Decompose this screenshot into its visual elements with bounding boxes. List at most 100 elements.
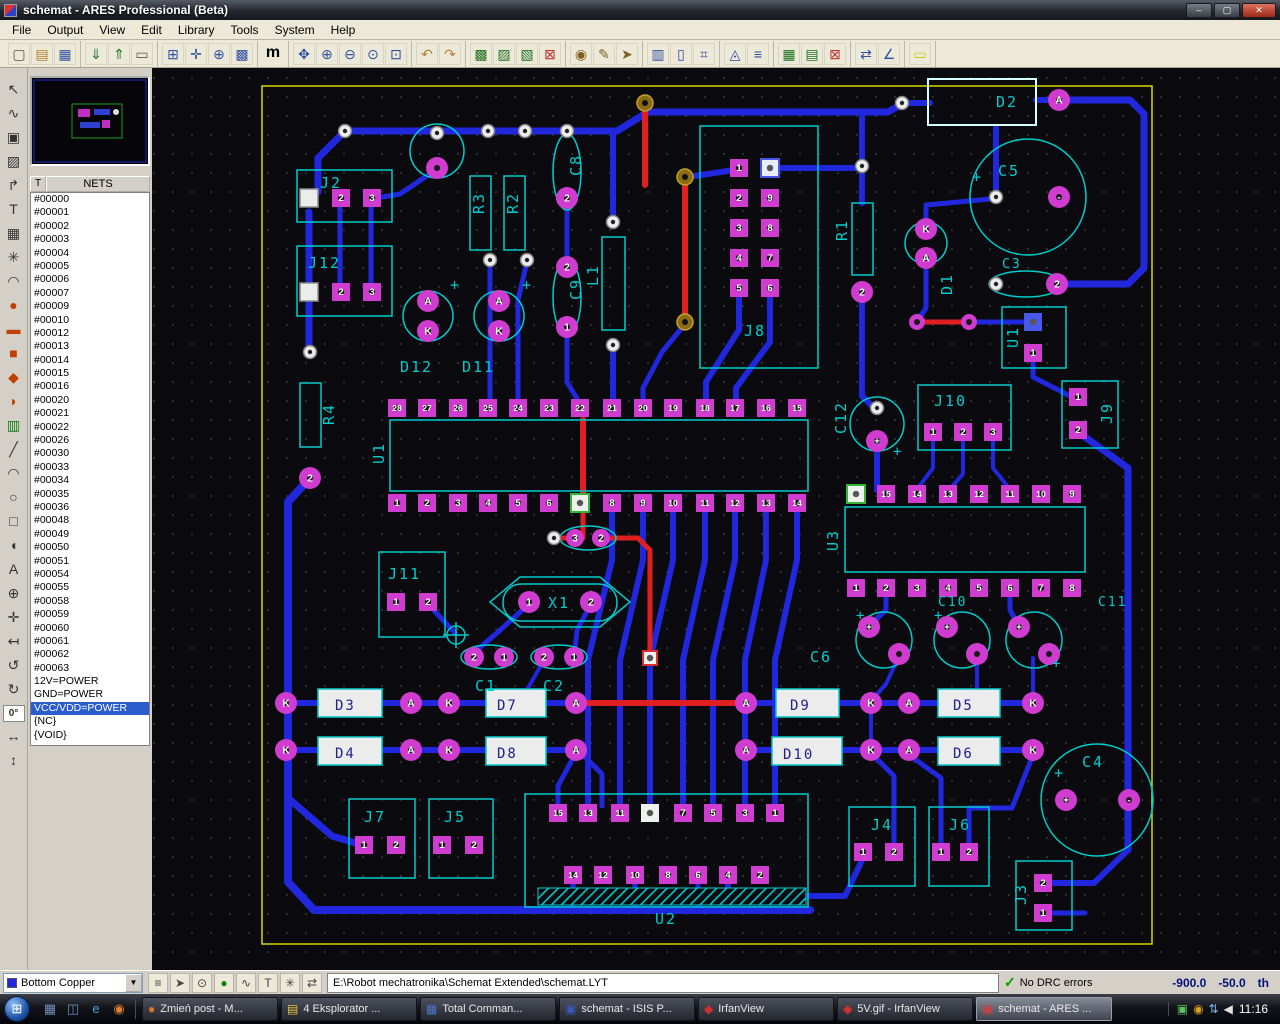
- rotate-cw-tool[interactable]: ↻: [2, 678, 26, 702]
- switch-windows-icon[interactable]: ◫: [63, 999, 83, 1019]
- pad-square-tool[interactable]: ■: [2, 342, 26, 366]
- angle-snap-icon[interactable]: ∠: [878, 42, 900, 65]
- menu-view[interactable]: View: [91, 21, 133, 39]
- drc-check-icon[interactable]: ⊠: [824, 42, 846, 65]
- auto-pan-icon[interactable]: ⊙: [192, 972, 212, 993]
- dimension-tool[interactable]: ↤: [2, 630, 26, 654]
- net-item[interactable]: #00051: [31, 555, 149, 568]
- pan-icon[interactable]: ✥: [293, 42, 315, 65]
- net-item[interactable]: #00015: [31, 367, 149, 380]
- set-environment-icon[interactable]: ➤: [616, 42, 638, 65]
- zoom-out-icon[interactable]: ⊖: [339, 42, 361, 65]
- goto-xy-icon[interactable]: ▩: [231, 42, 253, 65]
- volume[interactable]: ◀: [1224, 1002, 1233, 1016]
- find-component-icon[interactable]: ◬: [724, 42, 746, 65]
- circle-tool[interactable]: ○: [2, 486, 26, 510]
- internet-explorer-icon[interactable]: e: [86, 999, 106, 1019]
- net-item[interactable]: #00016: [31, 380, 149, 393]
- swap-layer-icon[interactable]: ⇄: [302, 972, 322, 993]
- media-player-icon[interactable]: ◉: [109, 999, 129, 1019]
- redo-icon[interactable]: ↷: [439, 42, 461, 65]
- net-item[interactable]: #00048: [31, 514, 149, 527]
- net-item[interactable]: #00003: [31, 233, 149, 246]
- taskbar-button[interactable]: ▤ 4 Eksplorator ...: [281, 997, 417, 1021]
- net-item[interactable]: #00061: [31, 635, 149, 648]
- zoom-all-icon[interactable]: ⊙: [362, 42, 384, 65]
- grid-toggle-icon[interactable]: ⊞: [162, 42, 184, 65]
- menu-system[interactable]: System: [267, 21, 323, 39]
- minimize-button[interactable]: –: [1186, 2, 1212, 18]
- net-item[interactable]: #00002: [31, 220, 149, 233]
- show-desktop-icon[interactable]: ▦: [40, 999, 60, 1019]
- tray-icon-3[interactable]: ⇅: [1209, 1002, 1219, 1016]
- via-mode-tool[interactable]: ▣: [2, 126, 26, 150]
- net-item[interactable]: #00021: [31, 407, 149, 420]
- pick-parts-icon[interactable]: ◉: [570, 42, 592, 65]
- net-item[interactable]: #00062: [31, 648, 149, 661]
- nets-type-button[interactable]: T: [30, 176, 46, 192]
- zone-mode-tool[interactable]: ▨: [2, 150, 26, 174]
- layer-selector[interactable]: Bottom Copper ▼: [3, 972, 143, 993]
- curved-route-icon[interactable]: ∿: [236, 972, 256, 993]
- net-item[interactable]: #00020: [31, 394, 149, 407]
- pad-circle-tool[interactable]: ●: [2, 294, 26, 318]
- make-package-icon[interactable]: ✎: [593, 42, 615, 65]
- net-item[interactable]: #00036: [31, 501, 149, 514]
- text-mode-icon[interactable]: T: [258, 972, 278, 993]
- menu-file[interactable]: File: [4, 21, 39, 39]
- pcb-editor-canvas[interactable]: 2 3 2 3 1 2 3 4 5 9 8 7 6 28 27 26 25 24 23 22 21 20 19 18 17 16 1…: [152, 68, 1280, 970]
- selection-tool[interactable]: ↖: [2, 78, 26, 102]
- overview-panel[interactable]: [30, 76, 150, 166]
- net-item[interactable]: GND=POWER: [31, 688, 149, 701]
- menu-output[interactable]: Output: [39, 21, 91, 39]
- net-item[interactable]: #00013: [31, 340, 149, 353]
- undo-icon[interactable]: ↶: [416, 42, 438, 65]
- trace-angle-icon[interactable]: ➤: [170, 972, 190, 993]
- net-item[interactable]: #00063: [31, 662, 149, 675]
- net-item[interactable]: #00022: [31, 421, 149, 434]
- menu-help[interactable]: Help: [323, 21, 364, 39]
- pad-stadium-tool[interactable]: ▬: [2, 318, 26, 342]
- flip-layer-icon[interactable]: ⇄: [855, 42, 877, 65]
- maximize-button[interactable]: ▢: [1214, 2, 1240, 18]
- taskbar-button[interactable]: ▦ Total Comman...: [420, 997, 556, 1021]
- pad-edge-tool[interactable]: ◗: [2, 390, 26, 414]
- pad-dil-tool[interactable]: ▥: [2, 414, 26, 438]
- net-item[interactable]: #00060: [31, 622, 149, 635]
- polar-coords-icon[interactable]: ⊕: [208, 42, 230, 65]
- rect-tool[interactable]: □: [2, 510, 26, 534]
- net-item[interactable]: #00035: [31, 488, 149, 501]
- zoom-area-icon[interactable]: ⊡: [385, 42, 407, 65]
- block-delete-icon[interactable]: ⊠: [539, 42, 561, 65]
- live-drc-icon[interactable]: ●: [214, 972, 234, 993]
- goto-sheet-icon[interactable]: ≡: [747, 42, 769, 65]
- keepout-tool[interactable]: ✳: [2, 246, 26, 270]
- open-file-icon[interactable]: ▤: [31, 42, 53, 65]
- net-item[interactable]: #00000: [31, 193, 149, 206]
- mirror-v-tool[interactable]: ↕: [2, 749, 26, 773]
- board-edge-tool[interactable]: ▦: [2, 222, 26, 246]
- pcb-drawing[interactable]: 2 32 312345987628 27 26 25 24 23 22 21 20 19 18 17 16 1…: [152, 68, 1280, 970]
- path-tool[interactable]: ◖: [2, 534, 26, 558]
- close-button[interactable]: ✕: [1242, 2, 1276, 18]
- marker-tool[interactable]: ✛: [2, 606, 26, 630]
- net-item[interactable]: #00010: [31, 314, 149, 327]
- false-origin-icon[interactable]: ✛: [185, 42, 207, 65]
- net-item[interactable]: #00007: [31, 287, 149, 300]
- tray-icon-1[interactable]: ▣: [1177, 1002, 1188, 1016]
- save-file-icon[interactable]: ▦: [54, 42, 76, 65]
- net-item[interactable]: #00049: [31, 528, 149, 541]
- net-item[interactable]: #00005: [31, 260, 149, 273]
- arc-tool[interactable]: ◠: [2, 462, 26, 486]
- net-item[interactable]: #00001: [31, 206, 149, 219]
- net-item[interactable]: #00009: [31, 300, 149, 313]
- slot-tool[interactable]: ◠: [2, 270, 26, 294]
- export-icon[interactable]: ⇑: [108, 42, 130, 65]
- tidy-icon[interactable]: ⌗: [693, 42, 715, 65]
- block-rotate-icon[interactable]: ▧: [516, 42, 538, 65]
- net-item[interactable]: #00054: [31, 568, 149, 581]
- trace-style-icon[interactable]: ≡: [148, 972, 168, 993]
- gerber-view-icon[interactable]: ▦: [778, 42, 800, 65]
- ratsnest-mode-tool[interactable]: ↱: [2, 174, 26, 198]
- new-file-icon[interactable]: ▢: [8, 42, 30, 65]
